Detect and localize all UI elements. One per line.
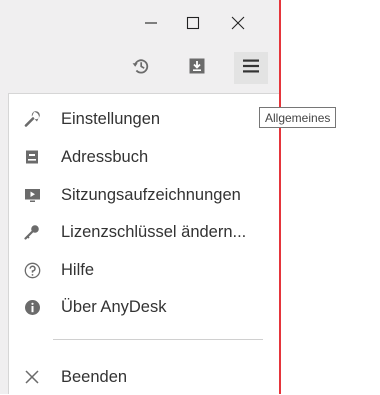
- menu-item-einstellungen[interactable]: Einstellungen: [9, 101, 279, 137]
- tooltip: Allgemeines: [259, 107, 337, 128]
- toolbar: [0, 46, 279, 88]
- window-border: [279, 0, 281, 394]
- address-book-icon: [23, 148, 41, 166]
- app-window: Einstellungen Adressbuch Sitzungsaufzeic…: [0, 0, 279, 394]
- wrench-icon: [23, 110, 41, 128]
- key-icon: [23, 223, 41, 241]
- menu-item-label: Adressbuch: [61, 147, 149, 166]
- maximize-button[interactable]: [171, 8, 215, 38]
- title-bar: [0, 0, 279, 46]
- menu-item-ueber-anydesk[interactable]: Über AnyDesk: [9, 289, 279, 325]
- menu-separator: [53, 339, 263, 340]
- help-icon: [23, 261, 41, 279]
- menu-item-hilfe[interactable]: Hilfe: [9, 252, 279, 288]
- recording-icon: [23, 186, 41, 204]
- main-menu-dropdown: Einstellungen Adressbuch Sitzungsaufzeic…: [8, 93, 279, 394]
- minimize-icon: [144, 16, 158, 30]
- menu-item-sitzungsaufzeichnungen[interactable]: Sitzungsaufzeichnungen: [9, 177, 279, 213]
- minimize-button[interactable]: [129, 8, 173, 38]
- hamburger-menu-icon: [242, 58, 260, 79]
- exit-icon: [23, 368, 41, 386]
- menu-item-label: Hilfe: [61, 260, 95, 279]
- menu-item-label: Einstellungen: [61, 109, 161, 128]
- menu-item-adressbuch[interactable]: Adressbuch: [9, 139, 279, 175]
- history-button[interactable]: [124, 52, 158, 84]
- close-icon: [231, 16, 245, 30]
- menu-item-lizenzschluessel[interactable]: Lizenzschlüssel ändern...: [9, 214, 279, 250]
- menu-item-label: Über AnyDesk: [61, 297, 167, 316]
- menu-item-beenden[interactable]: Beenden: [9, 359, 279, 395]
- menu-item-label: Sitzungsaufzeichnungen: [61, 185, 241, 204]
- download-button[interactable]: [180, 52, 214, 84]
- info-icon: [23, 298, 41, 316]
- main-menu-button[interactable]: [234, 52, 268, 84]
- menu-item-label: Lizenzschlüssel ändern...: [61, 222, 247, 241]
- close-button[interactable]: [216, 8, 260, 38]
- history-icon: [131, 56, 151, 81]
- maximize-icon: [186, 16, 200, 30]
- download-icon: [188, 57, 206, 80]
- menu-item-label: Beenden: [61, 367, 128, 386]
